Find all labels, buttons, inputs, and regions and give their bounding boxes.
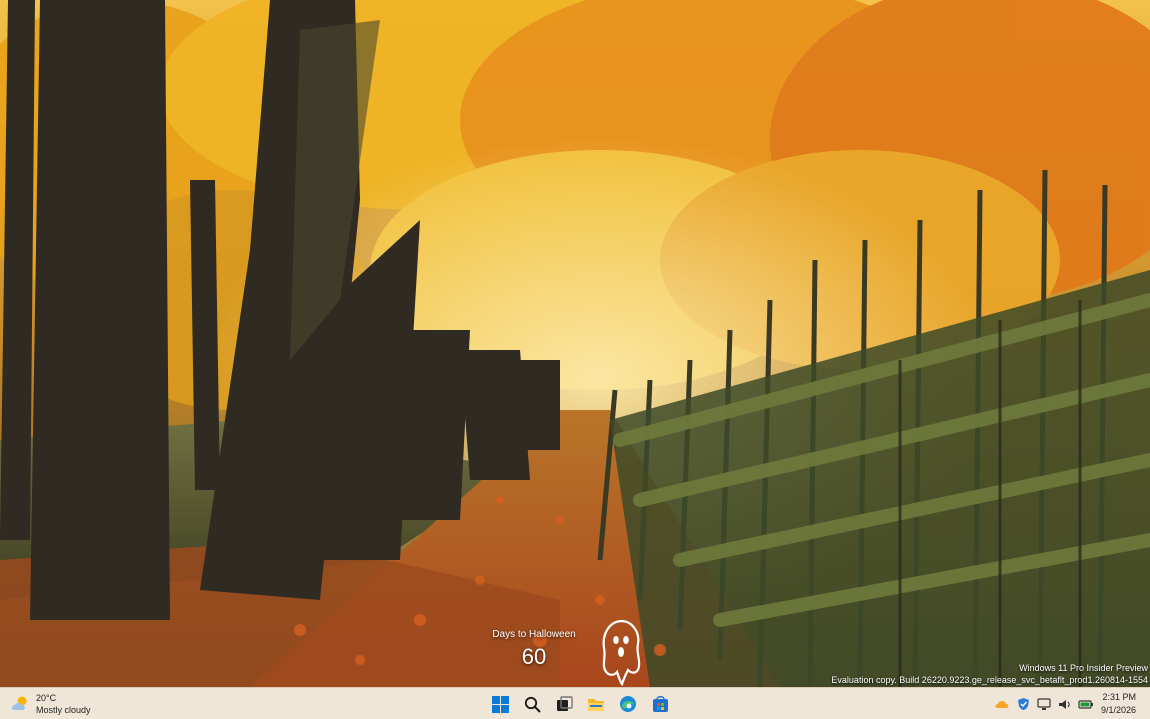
windows-logo-icon xyxy=(491,695,509,713)
search-button[interactable] xyxy=(520,691,544,717)
battery-icon[interactable] xyxy=(1078,696,1094,712)
desktop[interactable]: Days to Halloween 60 Windows 11 Pro Insi… xyxy=(0,0,1150,687)
ghost-icon xyxy=(602,619,641,686)
watermark-edition: Windows 11 Pro Insider Preview xyxy=(1019,663,1148,673)
edge-button[interactable] xyxy=(616,691,640,717)
clock-date: 9/1/2026 xyxy=(1100,704,1136,715)
task-view-icon xyxy=(556,695,573,711)
watermark-build: Evaluation copy. Build 26220.9223.ge_rel… xyxy=(831,675,1148,685)
countdown-days: 60 xyxy=(521,644,547,669)
partly-cloudy-icon xyxy=(11,696,27,710)
halloween-countdown-widget[interactable]: Days to Halloween 60 xyxy=(488,628,580,671)
onedrive-icon[interactable] xyxy=(994,696,1010,712)
security-icon[interactable] xyxy=(1015,696,1031,712)
start-button[interactable] xyxy=(488,691,512,717)
weather-temperature: 20°C xyxy=(36,693,57,703)
search-icon xyxy=(524,696,541,713)
edge-icon xyxy=(620,696,636,712)
task-view-button[interactable] xyxy=(552,691,576,717)
system-tray xyxy=(994,694,1094,714)
windows-watermark: Windows 11 Pro Insider Preview Evaluatio… xyxy=(831,662,1148,686)
desktop-wallpaper xyxy=(0,0,1150,687)
clock-time: 2:31 PM xyxy=(1102,692,1136,702)
folder-icon xyxy=(588,699,604,711)
file-explorer-button[interactable] xyxy=(584,691,608,717)
taskbar-apps xyxy=(488,691,672,717)
network-icon[interactable] xyxy=(1036,696,1052,712)
store-button[interactable] xyxy=(648,691,672,717)
weather-condition: Mostly cloudy xyxy=(36,705,91,715)
taskbar: 20°C Mostly cloudy 2:31 PM 9/1/2026 xyxy=(0,687,1150,719)
volume-icon[interactable] xyxy=(1057,696,1073,712)
store-icon xyxy=(652,695,668,712)
clock[interactable]: 2:31 PM 9/1/2026 xyxy=(1101,691,1136,716)
weather-widget[interactable]: 20°C Mostly cloudy xyxy=(10,691,91,717)
countdown-label: Days to Halloween xyxy=(492,629,576,640)
